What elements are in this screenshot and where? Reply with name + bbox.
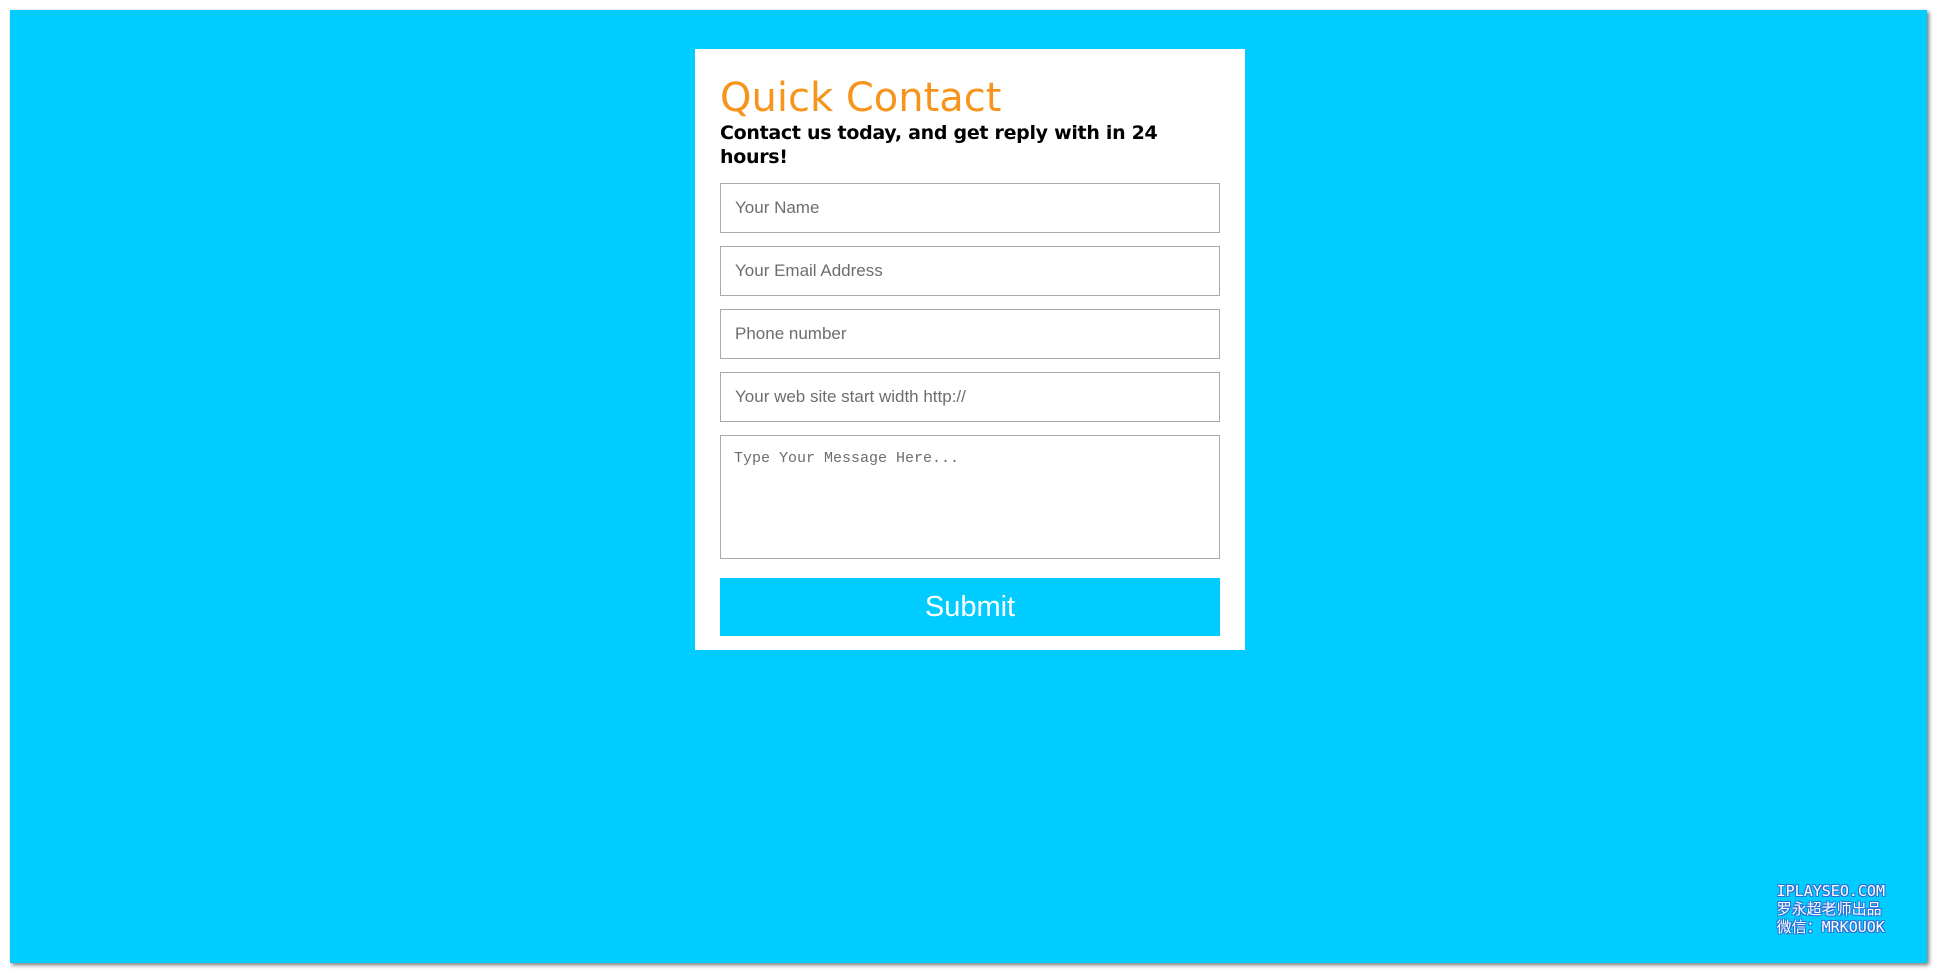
watermark: IPLAYSEO.COM 罗永超老师出品 微信：MRKOUOK xyxy=(1777,882,1885,936)
email-input[interactable] xyxy=(720,246,1220,296)
page-background: Quick Contact Contact us today, and get … xyxy=(10,10,1927,963)
watermark-line-author: 罗永超老师出品 xyxy=(1776,900,1882,918)
phone-input[interactable] xyxy=(720,309,1220,359)
website-input[interactable] xyxy=(720,372,1220,422)
message-textarea[interactable] xyxy=(720,435,1220,559)
contact-form: Submit xyxy=(720,183,1220,636)
submit-button[interactable]: Submit xyxy=(720,578,1220,636)
quick-contact-card: Quick Contact Contact us today, and get … xyxy=(695,49,1245,650)
name-input[interactable] xyxy=(720,183,1220,233)
form-title: Quick Contact xyxy=(720,75,1002,121)
watermark-line-site: IPLAYSEO.COM xyxy=(1776,882,1885,900)
form-subtitle: Contact us today, and get reply with in … xyxy=(720,122,1158,168)
watermark-line-wechat: 微信：MRKOUOK xyxy=(1776,918,1885,936)
